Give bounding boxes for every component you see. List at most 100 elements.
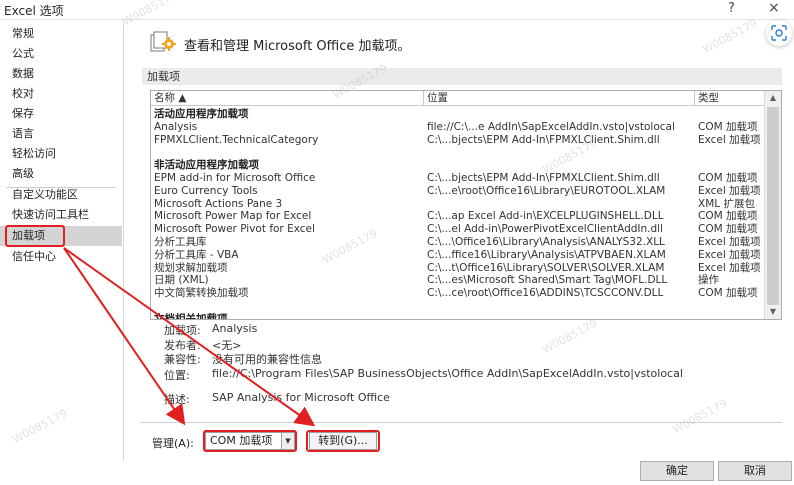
table-group-header: 活动应用程序加载项 [151, 108, 764, 121]
cell-location: C:\...ce\root\Office16\ADDINS\TCSCCONV.D… [427, 287, 664, 300]
sidebar-item-accessibility[interactable]: 轻松访问 [0, 144, 122, 164]
divider [140, 422, 782, 423]
table-row[interactable]: Microsoft Power Pivot for Excel C:\...el … [151, 223, 764, 236]
cell-type: COM 加载项 [698, 223, 758, 236]
cell-type: COM 加载项 [698, 210, 758, 223]
detail-description-value: SAP Analysis for Microsoft Office [212, 391, 390, 404]
cell-location: C:\...bjects\EPM Add-In\FPMXLClient.Shim… [427, 133, 660, 146]
cell-location: C:\...es\Microsoft Shared\Smart Tag\MOFL… [427, 274, 668, 287]
section-label-addins: 加载项 [142, 68, 782, 85]
column-header-location[interactable]: 位置 [424, 91, 695, 106]
cell-type: Excel 加载项 [698, 184, 761, 197]
page-title: 查看和管理 Microsoft Office 加载项。 [184, 39, 411, 54]
cell-type: 操作 [698, 274, 719, 287]
table-row[interactable]: 规划求解加载项 C:\...t\Office16\Library\SOLVER\S… [151, 262, 764, 275]
scroll-up-arrow-icon[interactable]: ▲ [765, 91, 781, 105]
cell-name: 中文简繁转换加载项 [154, 287, 249, 300]
column-header-type[interactable]: 类型 [695, 91, 764, 106]
table-scrollbar[interactable]: ▲ ▼ [764, 91, 781, 319]
table-row[interactable]: Microsoft Power Map for Excel C:\...ap Ex… [151, 210, 764, 223]
cell-location: C:\...ffice16\Library\Analysis\ATPVBAEN.… [427, 248, 666, 261]
cell-type: Excel 加载项 [698, 133, 761, 146]
visual-search-button[interactable] [766, 20, 792, 46]
highlight-box-goto [306, 430, 380, 452]
cell-location: C:\...el Add-in\PowerPivotExcelClientAdd… [427, 223, 664, 236]
cell-name: Euro Currency Tools [154, 184, 258, 197]
cell-location: C:\...\Office16\Library\Analysis\ANALYS3… [427, 236, 665, 248]
group-label: 文档相关加载项 [154, 312, 228, 320]
close-button[interactable]: × [768, 0, 780, 16]
sidebar-item-data[interactable]: 数据 [0, 64, 122, 84]
table-group-header: 文档相关加载项 [151, 312, 764, 320]
highlight-box-addins [5, 225, 65, 247]
table-row[interactable]: EPM add-in for Microsoft Office C:\...bje… [151, 172, 764, 185]
highlight-box-manage [203, 430, 297, 452]
detail-addin-label: 加载项: [164, 324, 201, 337]
sidebar-item-save[interactable]: 保存 [0, 104, 122, 124]
sidebar-item-general[interactable]: 常规 [0, 24, 122, 44]
manage-label: 管理(A): [152, 437, 194, 450]
cell-name: Microsoft Power Map for Excel [154, 210, 312, 223]
cell-name: 分析工具库 [154, 236, 207, 248]
watermark: W0085179 [700, 16, 760, 57]
cell-name: EPM add-in for Microsoft Office [154, 172, 316, 184]
watermark: W0085179 [540, 316, 600, 357]
scroll-down-arrow-icon[interactable]: ▼ [765, 305, 781, 319]
table-group-header: 非活动应用程序加载项 [151, 159, 764, 172]
cell-type: COM 加载项 [698, 120, 758, 133]
sidebar-item-formulas[interactable]: 公式 [0, 44, 122, 64]
detail-addin-value: Analysis [212, 322, 258, 335]
cell-location: C:\...t\Office16\Library\SOLVER\SOLVER.X… [427, 261, 665, 274]
detail-location-label: 位置: [164, 369, 190, 382]
sidebar-item-proofing[interactable]: 校对 [0, 84, 122, 104]
table-row[interactable]: 分析工具库 - VBA C:\...ffice16\Library\Analysi… [151, 249, 764, 262]
cell-type: Excel 加载项 [698, 248, 761, 261]
detail-location-value: file://C:\Program Files\SAP BusinessObje… [212, 367, 683, 380]
cell-location: C:\...bjects\EPM Add-In\FPMXLClient.Shim… [427, 172, 660, 184]
cell-type: COM 加载项 [698, 287, 758, 300]
detail-compatibility-label: 兼容性: [164, 353, 201, 366]
table-row[interactable]: Analysis file://C:\...e AddIn\SapExcelAdd… [151, 121, 764, 134]
table-row[interactable]: 中文简繁转换加载项 C:\...ce\root\Office16\ADDINS\T… [151, 287, 764, 300]
window-title: Excel 选项 [4, 4, 64, 18]
cancel-button[interactable]: 取消 [718, 461, 792, 481]
addin-gear-icon [149, 30, 177, 57]
cell-name: 日期 (XML) [154, 274, 209, 287]
cell-type: XML 扩展包 [698, 197, 755, 210]
sidebar-item-language[interactable]: 语言 [0, 124, 122, 144]
cell-name: Analysis [154, 120, 198, 133]
table-row[interactable]: Euro Currency Tools C:\...e\root\Office16… [151, 185, 764, 198]
cell-type: COM 加载项 [698, 172, 758, 184]
table-spacer [151, 300, 764, 313]
visual-search-icon [771, 25, 787, 41]
sidebar-item-advanced[interactable]: 高级 [0, 164, 122, 184]
cell-location: C:\...ap Excel Add-in\EXCELPLUGINSHELL.D… [427, 210, 664, 223]
detail-compatibility-value: 没有可用的兼容性信息 [212, 353, 322, 366]
table-row[interactable]: 日期 (XML) C:\...es\Microsoft Shared\Smart … [151, 274, 764, 287]
column-header-name[interactable]: 名称 ▲ [151, 91, 424, 106]
sidebar-item-trust-center[interactable]: 信任中心 [0, 247, 122, 267]
ok-button[interactable]: 确定 [640, 461, 714, 481]
table-row[interactable]: 分析工具库 C:\...\Office16\Library\Analysis\AN… [151, 236, 764, 249]
sidebar-item-quick-access-toolbar[interactable]: 快速访问工具栏 [0, 205, 122, 225]
cell-type: Excel 加载项 [698, 261, 761, 274]
scrollbar-thumb[interactable] [767, 107, 779, 305]
table-spacer [151, 146, 764, 159]
sidebar-item-customize-ribbon[interactable]: 自定义功能区 [0, 185, 122, 205]
cell-location: C:\...e\root\Office16\Library\EUROTOOL.X… [427, 184, 666, 197]
cell-location: file://C:\...e AddIn\SapExcelAddIn.vsto|… [427, 120, 675, 133]
cell-name: FPMXLClient.TechnicalCategory [154, 133, 319, 146]
cell-name: Microsoft Power Pivot for Excel [154, 223, 315, 236]
table-row[interactable]: Microsoft Actions Pane 3 XML 扩展包 [151, 198, 764, 211]
detail-description-label: 描述: [164, 393, 190, 406]
watermark: W0085179 [670, 396, 730, 437]
cell-name: Microsoft Actions Pane 3 [154, 197, 283, 210]
table-header: 名称 ▲ 位置 类型 [151, 91, 764, 106]
cell-type: Excel 加载项 [698, 236, 761, 248]
cell-name: 分析工具库 - VBA [154, 248, 239, 261]
addins-table: 名称 ▲ 位置 类型 活动应用程序加载项 Analysis file://C:\..… [150, 90, 782, 320]
help-button[interactable]: ? [728, 1, 735, 16]
group-label: 非活动应用程序加载项 [154, 159, 259, 172]
group-label: 活动应用程序加载项 [154, 108, 249, 120]
table-row[interactable]: FPMXLClient.TechnicalCategory C:\...bject… [151, 134, 764, 147]
